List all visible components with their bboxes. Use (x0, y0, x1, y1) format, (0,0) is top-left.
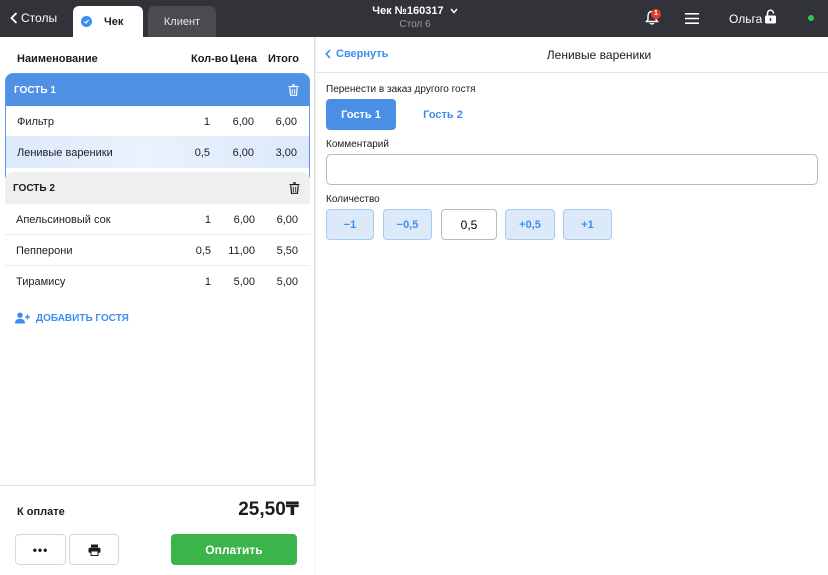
item-qty: 1 (203, 116, 210, 128)
qty-plus-1-button[interactable]: +1 (563, 209, 612, 240)
add-user-icon (15, 312, 30, 324)
item-qty: 0,5 (195, 245, 211, 257)
to-pay-label: К оплате (17, 506, 65, 518)
table-row-selected[interactable]: Ленивые вареники 0,5 6,00 3,00 (6, 137, 309, 168)
transfer-label: Перенести в заказ другого гостя (326, 84, 476, 95)
check-circle-icon (81, 16, 92, 27)
hamburger-menu-icon[interactable] (685, 13, 699, 24)
order-panel: Наименование Кол-во Цена Итого ГОСТЬ 1 Ф… (0, 37, 315, 575)
item-name: Тирамису (16, 276, 66, 288)
user-name[interactable]: Ольга (729, 12, 762, 26)
guest-2-label: ГОСТЬ 2 (13, 182, 55, 194)
order-title[interactable]: Чек №160317 (360, 5, 470, 17)
guest-1-label: ГОСТЬ 1 (14, 84, 56, 96)
printer-icon (88, 544, 100, 556)
guest-2-group: ГОСТЬ 2 Апельсиновый сок 1 6,00 6,00 Пеп… (5, 172, 310, 296)
table-row[interactable]: Апельсиновый сок 1 6,00 6,00 (5, 204, 310, 235)
item-price: 6,00 (233, 214, 255, 226)
item-price: 11,00 (228, 245, 255, 257)
item-qty: 1 (204, 276, 211, 288)
item-total: 5,00 (276, 276, 298, 288)
header-qty: Кол-во (191, 53, 229, 65)
guest-1-header[interactable]: ГОСТЬ 1 (6, 74, 309, 106)
table-row[interactable]: Тирамису 1 5,00 5,00 (5, 266, 310, 296)
item-name: Пепперони (16, 245, 73, 257)
item-detail-panel: Свернуть Ленивые вареники Перенести в за… (316, 37, 828, 575)
add-guest-button[interactable]: ДОБАВИТЬ ГОСТЯ (15, 312, 129, 324)
header-name: Наименование (17, 53, 98, 65)
order-number: Чек №160317 (372, 5, 444, 17)
item-total: 3,00 (275, 147, 297, 159)
detail-header: Свернуть Ленивые вареники (316, 37, 828, 73)
item-qty: 1 (204, 214, 211, 226)
back-label: Столы (21, 11, 58, 25)
chevron-left-icon (10, 12, 18, 24)
print-button[interactable] (69, 534, 119, 565)
more-options-button[interactable]: ••• (15, 534, 66, 565)
item-price: 6,00 (232, 147, 254, 159)
qty-plus-half-button[interactable]: +0,5 (505, 209, 555, 240)
more-dots-icon: ••• (32, 542, 49, 557)
online-status-dot (808, 15, 814, 21)
item-name: Апельсиновый сок (16, 214, 111, 226)
table-row[interactable]: Пепперони 0,5 11,00 5,50 (5, 235, 310, 266)
transfer-guest-2-button[interactable]: Гость 2 (406, 99, 480, 130)
notification-badge: 1 (651, 9, 661, 19)
item-name: Фильтр (17, 116, 54, 128)
order-table-header: Наименование Кол-во Цена Итого (0, 37, 315, 73)
guest-2-header[interactable]: ГОСТЬ 2 (5, 172, 310, 204)
to-pay-amount: 25,50₸ (238, 499, 299, 520)
pay-button[interactable]: Оплатить (171, 534, 297, 565)
tab-client-label: Клиент (163, 15, 201, 28)
tab-check[interactable]: Чек (73, 6, 143, 37)
trash-icon[interactable] (288, 84, 299, 96)
top-bar: Столы Чек Клиент Чек №160317 Стол 6 1 Ол… (0, 0, 828, 37)
add-guest-label: ДОБАВИТЬ ГОСТЯ (36, 312, 129, 324)
item-price: 5,00 (233, 276, 255, 288)
detail-title: Ленивые вареники (546, 48, 652, 62)
item-name: Ленивые вареники (17, 147, 113, 159)
chevron-down-icon (450, 8, 458, 14)
table-number: Стол 6 (399, 19, 431, 30)
quantity-label: Количество (326, 194, 380, 205)
item-qty: 0,5 (194, 147, 210, 159)
lock-icon[interactable] (764, 9, 777, 24)
qty-minus-1-button[interactable]: −1 (326, 209, 374, 240)
tab-client[interactable]: Клиент (148, 6, 216, 37)
item-total: 6,00 (275, 116, 297, 128)
table-row[interactable]: Фильтр 1 6,00 6,00 (6, 106, 309, 137)
comment-input[interactable] (326, 154, 818, 185)
qty-minus-half-button[interactable]: −0,5 (383, 209, 432, 240)
header-total: Итого (268, 53, 300, 65)
item-total: 5,50 (276, 245, 298, 257)
header-price: Цена (230, 53, 258, 65)
transfer-guest-1-button[interactable]: Гость 1 (326, 99, 396, 130)
quantity-input[interactable] (441, 209, 497, 240)
item-total: 6,00 (276, 214, 298, 226)
trash-icon[interactable] (289, 182, 300, 194)
payment-footer: К оплате 25,50₸ ••• Оплатить (0, 485, 315, 575)
comment-label: Комментарий (326, 139, 389, 150)
tab-check-label: Чек (104, 15, 124, 28)
item-price: 6,00 (232, 116, 254, 128)
back-to-tables-button[interactable]: Столы (10, 11, 57, 25)
